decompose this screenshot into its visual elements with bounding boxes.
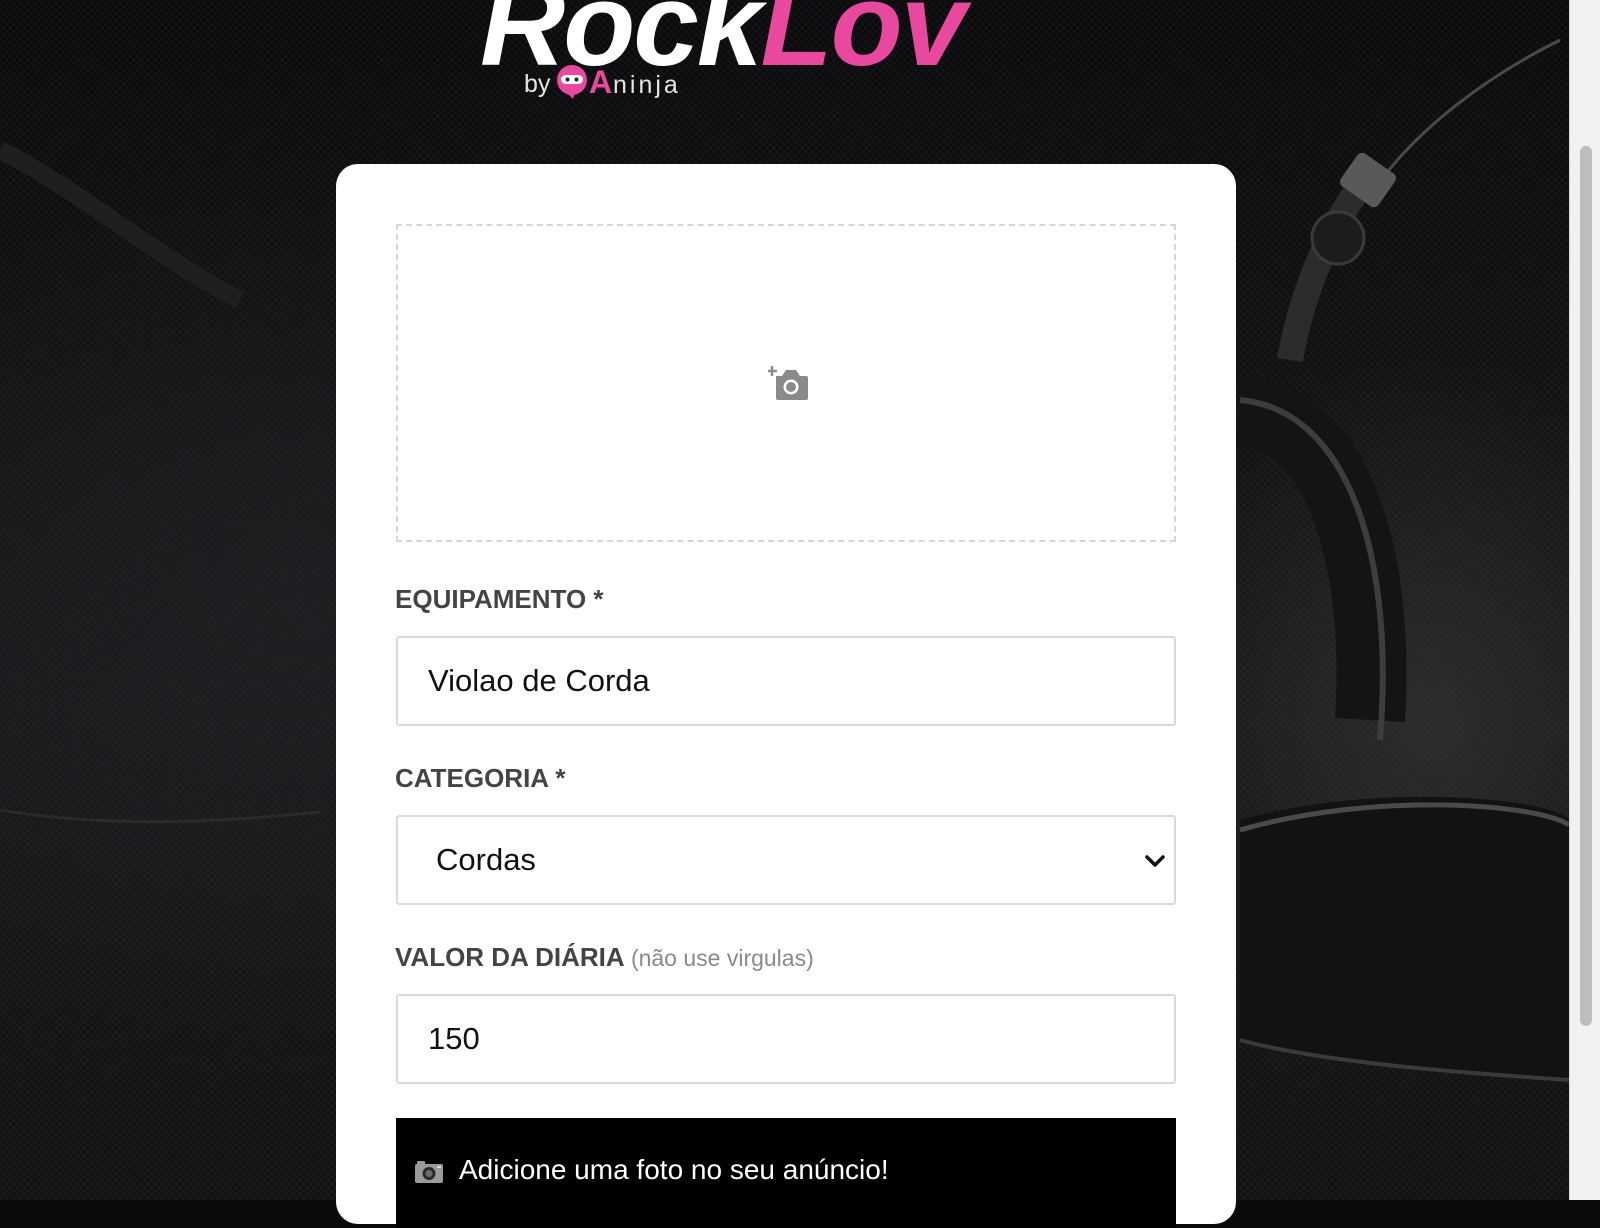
valor-diaria-label: VALOR DA DIÁRIA (não use virgulas) (395, 942, 814, 973)
valor-diaria-hint: (não use virgulas) (630, 945, 814, 971)
equipamento-input[interactable]: Violao de Corda (396, 636, 1176, 726)
valor-diaria-input[interactable]: 150 (396, 994, 1176, 1084)
equipment-form-card: EQUIPAMENTO * Violao de Corda CATEGORIA … (336, 164, 1236, 1228)
photo-required-alert: Adicione uma foto no seu anúncio! (396, 1118, 1176, 1228)
logo-ninja-text: ninja (613, 71, 681, 99)
camera-plus-icon (768, 366, 808, 400)
rocklov-logo: RockLov by A ninja (480, 0, 1120, 106)
photo-required-message: Adicione uma foto no seu anúncio! (459, 1154, 889, 1185)
equipamento-value: Violao de Corda (428, 663, 650, 698)
chevron-down-icon (1145, 855, 1165, 867)
categoria-selected-value: Cordas (436, 842, 536, 877)
photo-dropzone[interactable] (396, 224, 1176, 542)
logo-wordmark: RockLov (480, 0, 966, 84)
valor-diaria-label-text: VALOR DA DIÁRIA (395, 942, 624, 972)
valor-diaria-value: 150 (428, 1021, 480, 1056)
qaninja-mascot-icon (557, 65, 587, 99)
logo-by: by (524, 70, 551, 98)
equipamento-label: EQUIPAMENTO * (395, 584, 604, 614)
qaninja-logo: A ninja (555, 63, 685, 103)
logo-word-lov: Lov (760, 0, 967, 91)
categoria-select[interactable]: Cordas (396, 815, 1176, 905)
scrollbar-thumb[interactable] (1580, 146, 1592, 1026)
logo-qa-letter: A (589, 64, 613, 100)
camera-icon (415, 1161, 443, 1183)
categoria-label: CATEGORIA * (395, 763, 566, 793)
